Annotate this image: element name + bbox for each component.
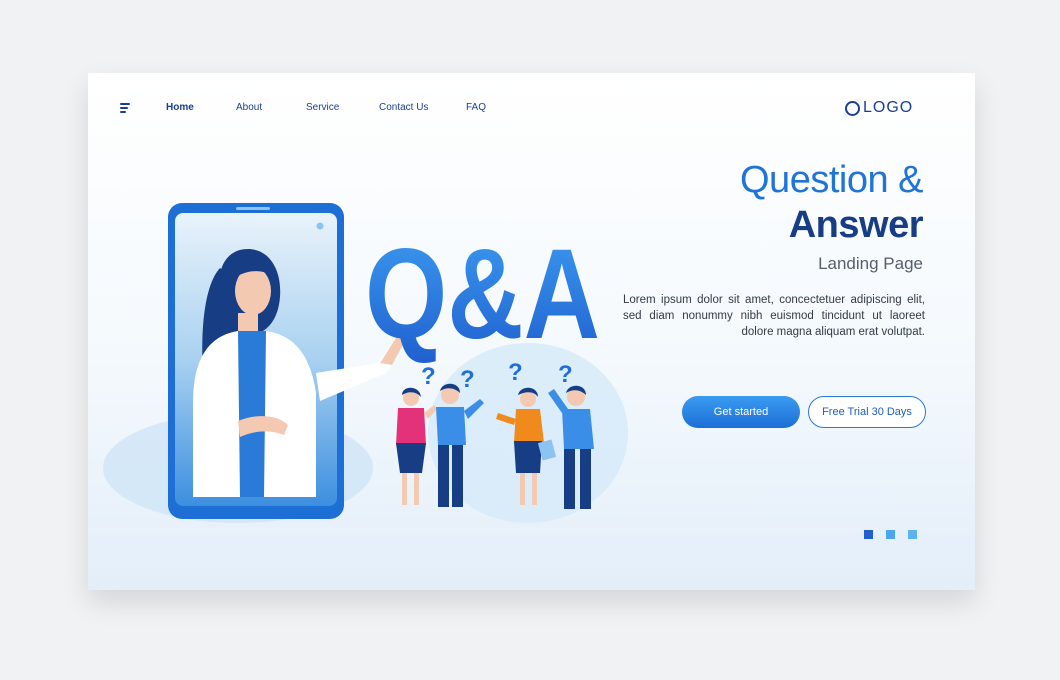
svg-text:?: ? xyxy=(558,361,573,388)
svg-text:?: ? xyxy=(508,359,523,386)
logo-text: LOGO xyxy=(863,99,914,116)
qa-text: Q&A xyxy=(365,223,600,366)
nav-faq[interactable]: FAQ xyxy=(466,102,486,113)
get-started-button[interactable]: Get started xyxy=(682,396,800,428)
slider-dot-3[interactable] xyxy=(908,530,917,539)
landing-page-card: Q&A ? ? ? ? Home About Service Contact U… xyxy=(88,73,975,590)
logo[interactable]: LOGO xyxy=(845,99,913,117)
slider-dot-1[interactable] xyxy=(864,530,873,539)
hero-title-line-2: Answer xyxy=(788,204,924,246)
nav-contact-us[interactable]: Contact Us xyxy=(379,102,428,113)
nav-home[interactable]: Home xyxy=(166,102,194,113)
nav-about[interactable]: About xyxy=(236,102,262,113)
free-trial-button[interactable]: Free Trial 30 Days xyxy=(808,396,926,428)
slider-dot-2[interactable] xyxy=(886,530,895,539)
logo-circle-icon xyxy=(845,100,860,116)
svg-text:?: ? xyxy=(460,366,475,393)
top-navigation: Home About Service Contact Us FAQ LOGO xyxy=(88,73,975,143)
svg-text:?: ? xyxy=(421,363,436,390)
hero-subtitle: Landing Page xyxy=(818,254,923,273)
nav-service[interactable]: Service xyxy=(306,102,339,113)
hero-description: Lorem ipsum dolor sit amet, concectetuer… xyxy=(623,294,925,338)
hero-title-line-1: Question & xyxy=(740,159,924,201)
slider-dots xyxy=(864,530,917,539)
menu-icon[interactable] xyxy=(120,103,130,113)
